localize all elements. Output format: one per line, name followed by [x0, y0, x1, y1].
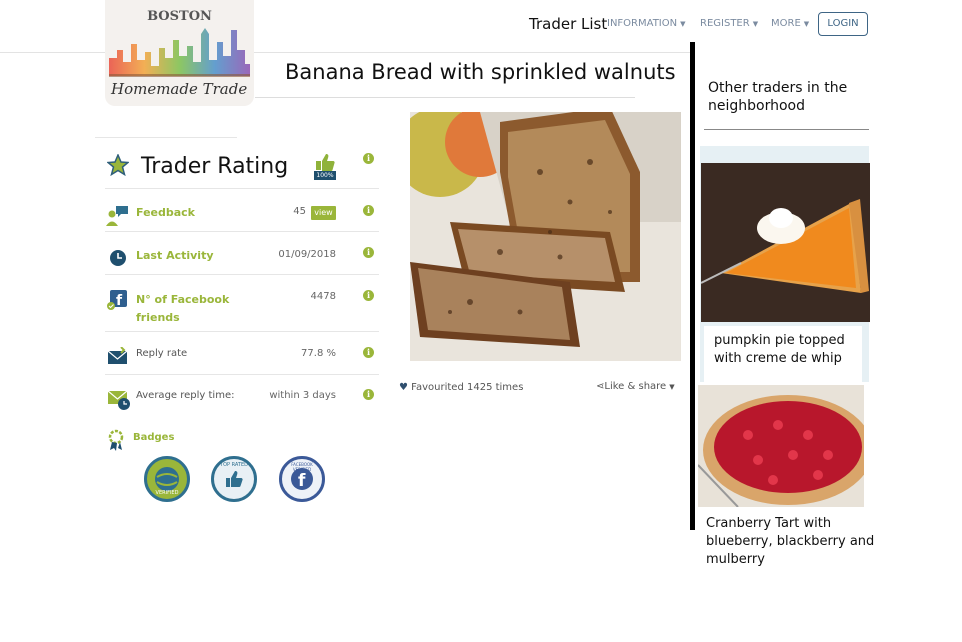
facebook-verified-badge: f FACEBOOK VERIFIED [279, 456, 325, 502]
nav-trader-list[interactable]: Trader List [529, 15, 607, 33]
caret-down-icon: ▼ [752, 20, 759, 28]
heart-icon: ♥ [399, 382, 408, 393]
cranberry-tart-image [698, 385, 864, 507]
feedback-icon [106, 206, 128, 226]
reply-rate-value: 77.8 % [301, 348, 336, 359]
site-logo[interactable]: BOSTON Homemade Trade [105, 0, 254, 106]
verified-badge-text: VERIFIED [155, 490, 179, 496]
reply-rate-label: Reply rate [136, 348, 188, 359]
clock-icon [110, 250, 126, 266]
sidebar-divider [704, 129, 869, 130]
rating-top-divider [95, 137, 237, 138]
info-icon[interactable]: i [363, 389, 374, 400]
last-activity-label: Last Activity [136, 249, 214, 262]
feedback-value: 45 [293, 206, 306, 217]
facebook-verified-badge-text: FACEBOOK VERIFIED [291, 462, 313, 472]
banana-bread-photo[interactable] [410, 112, 681, 361]
like-share-button[interactable]: ⋖Like & share ▼ [596, 381, 675, 392]
banana-bread-image [410, 112, 681, 361]
nav-information-label: INFORMATION [607, 18, 678, 29]
logo-city: BOSTON [147, 9, 212, 24]
svg-text:f: f [298, 471, 306, 491]
nav-register[interactable]: REGISTER ▼ [700, 18, 758, 29]
last-activity-value: 01/09/2018 [278, 249, 336, 260]
caret-down-icon: ▼ [680, 20, 686, 28]
nav-more[interactable]: MORE ▼ [771, 18, 809, 29]
rating-title: Trader Rating [141, 154, 289, 179]
row-divider [105, 374, 379, 375]
star-icon [107, 154, 129, 176]
info-icon[interactable]: i [363, 247, 374, 258]
pumpkin-pie-image [701, 163, 870, 322]
cranberry-tart-caption: Cranberry Tart with blueberry, blackberr… [706, 516, 875, 567]
column-divider [690, 42, 695, 530]
logo-brand: Homemade Trade [111, 80, 248, 98]
row-divider [105, 231, 379, 232]
facebook-icon: f [107, 290, 127, 310]
row-divider [105, 274, 379, 275]
login-button[interactable]: LOGIN [818, 12, 868, 36]
sidebar-card-cranberry-tart[interactable] [698, 385, 864, 507]
award-ribbon-icon [108, 429, 124, 451]
caret-down-icon: ▼ [669, 383, 675, 391]
row-divider [105, 331, 379, 332]
top-rated-badge-text: TOP RATED [220, 462, 248, 468]
verified-badge: VERIFIED [144, 456, 190, 502]
envelope-clock-icon [107, 390, 130, 410]
avg-reply-time-label: Average reply time: [136, 390, 235, 401]
row-divider [105, 188, 379, 189]
info-icon[interactable]: i [363, 347, 374, 358]
facebook-friends-label: N° of Facebook friends [136, 293, 230, 324]
envelope-icon [107, 347, 128, 364]
feedback-label: Feedback [136, 206, 195, 219]
header-divider [0, 52, 690, 53]
svg-text:f: f [116, 293, 123, 309]
thumbs-up-percent: 100% [314, 171, 336, 180]
top-rated-badge: TOP RATED [211, 456, 257, 502]
info-icon[interactable]: i [363, 290, 374, 301]
info-icon[interactable]: i [363, 153, 374, 164]
caret-down-icon: ▼ [803, 20, 810, 28]
facebook-friends-value: 4478 [310, 291, 336, 302]
sidebar-title: Other traders in the neighborhood [708, 80, 848, 114]
feedback-view-button[interactable]: view [311, 206, 336, 220]
avg-reply-time-value: within 3 days [269, 390, 336, 401]
info-icon[interactable]: i [363, 205, 374, 216]
favourited-count[interactable]: ♥ Favourited 1425 times [399, 382, 523, 393]
listing-title: Banana Bread with sprinkled walnuts [285, 60, 676, 84]
pumpkin-pie-caption: pumpkin pie topped with creme de whip [714, 333, 845, 366]
nav-information[interactable]: INFORMATION ▼ [607, 18, 686, 29]
favourited-text: Favourited 1425 times [411, 382, 524, 393]
title-underline [255, 97, 635, 98]
thumbs-up-icon: 100% [314, 153, 336, 181]
nav-register-label: REGISTER [700, 18, 750, 29]
like-share-label: Like & share [604, 381, 667, 392]
nav-more-label: MORE [771, 18, 801, 29]
badges-label: Badges [133, 432, 175, 443]
sidebar-card-pumpkin-pie[interactable]: pumpkin pie topped with creme de whip [700, 146, 870, 382]
